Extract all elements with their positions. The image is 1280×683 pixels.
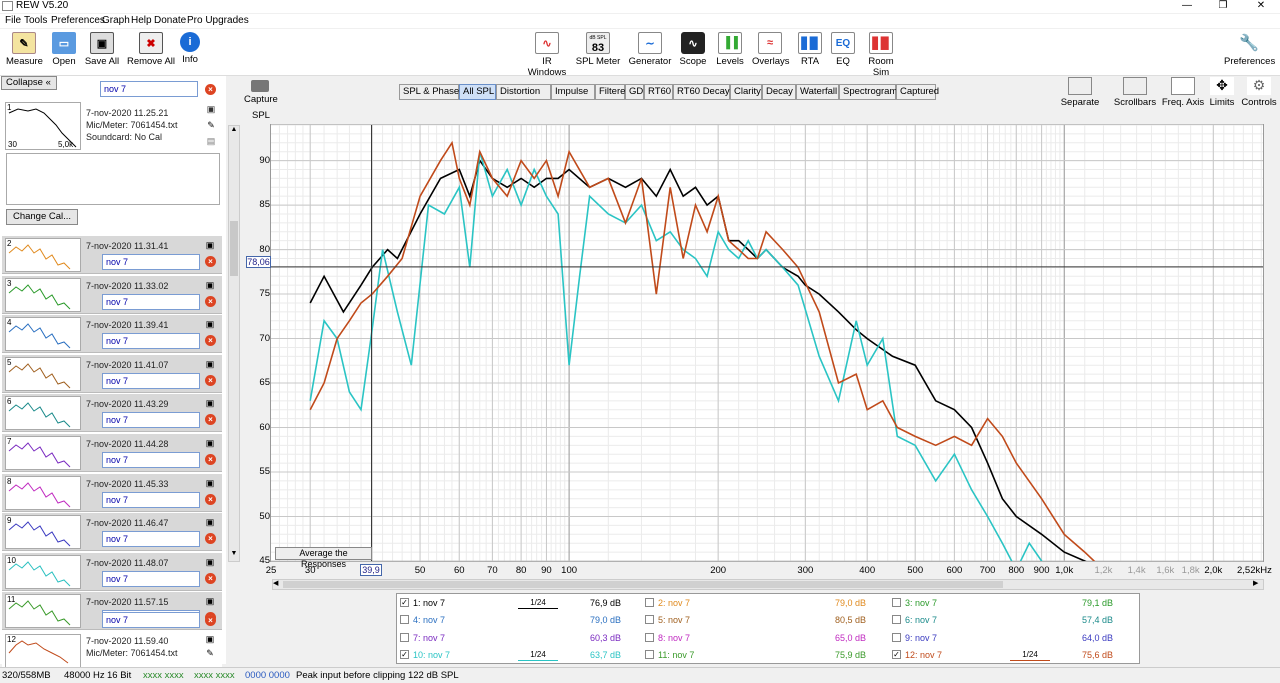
x-tick-label: 1,4k (1127, 565, 1146, 576)
trace-level: 75,6 dB (1082, 649, 1114, 660)
trace-level: 79,0 dB (590, 615, 622, 626)
x-tick-label: 500 (907, 565, 924, 576)
x-tick-label: 600 (946, 565, 963, 576)
y-tick-label: 55 (259, 466, 270, 478)
trace-label: 11: nov 7 (658, 649, 695, 660)
x-tick-label: 60 (453, 565, 465, 576)
trace-label: 9: nov 7 (905, 632, 938, 643)
average-responses-button[interactable]: Average the Responses (275, 547, 372, 569)
scroll-left-icon[interactable]: ◀ (273, 579, 282, 587)
bit-depth-status: 16 Bit (107, 670, 132, 681)
trace-label: 8: nov 7 (658, 632, 691, 643)
y-tick-label: 50 (259, 510, 270, 522)
trace-label: 7: nov 7 (413, 632, 446, 643)
scroll-right-icon[interactable]: ▶ (1253, 579, 1262, 587)
trace-label: 4: nov 7 (413, 615, 446, 626)
trace-level: 64,0 dB (1082, 632, 1114, 643)
trace-level: 76,9 dB (590, 598, 622, 608)
input-level-1: xxxx xxxx (143, 670, 184, 681)
x-tick-label: 1,2k (1094, 565, 1113, 576)
trace-level: 75,9 dB (835, 649, 867, 660)
status-message: Peak input before clipping 122 dB SPL (296, 670, 459, 681)
y-tick-label: 85 (259, 199, 270, 211)
trace-level: 63,7 dB (590, 649, 622, 660)
cursor-y-readout: 78,06 (246, 256, 271, 268)
trace-level: 65,0 dB (835, 632, 867, 643)
input-level-3: 0000 0000 (245, 670, 290, 681)
x-tick-label: 50 (414, 565, 426, 576)
y-tick-label: 70 (259, 332, 270, 344)
frequency-scroll-thumb[interactable] (283, 581, 1003, 588)
trace-checkbox[interactable]: ✓ (400, 649, 409, 659)
x-tick-label: 70 (487, 565, 498, 576)
trace-checkbox[interactable] (400, 615, 409, 625)
trace-level: 79,0 dB (835, 598, 867, 608)
trace-label: 2: nov 7 (658, 598, 691, 608)
x-tick-label: 300 (797, 565, 814, 576)
x-tick-label: 2,52kHz (1237, 565, 1272, 576)
frequency-scrollbar[interactable]: ◀ ▶ (272, 579, 1264, 590)
memory-status: 320/558MB (2, 670, 51, 681)
y-tick-label: 65 (259, 377, 270, 389)
trace-checkbox[interactable] (645, 615, 654, 625)
trace-level: 60,3 dB (590, 632, 622, 643)
trace-level: 80,5 dB (835, 615, 867, 626)
x-tick-label: 200 (710, 565, 727, 576)
trace-level: 57,4 dB (1082, 615, 1114, 626)
y-tick-label: 80 (259, 243, 270, 255)
x-tick-label: 400 (859, 565, 876, 576)
trace-checkbox[interactable] (892, 632, 901, 642)
status-bar: 320/558MB 48000 Hz 16 Bit xxxx xxxx xxxx… (0, 667, 1280, 683)
smoothing-indicator[interactable]: 1/24 (518, 597, 558, 609)
trace-checkbox[interactable]: ✓ (400, 598, 409, 607)
trace-label: 10: nov 7 (413, 649, 451, 660)
x-tick-label: 700 (979, 565, 996, 576)
x-tick-label: 100 (561, 565, 578, 576)
x-tick-label: 25 (265, 565, 277, 576)
trace-checkbox[interactable] (645, 632, 654, 642)
trace-label: 6: nov 7 (905, 615, 938, 626)
smoothing-indicator[interactable]: 1/24 (518, 649, 558, 661)
trace-label: 3: nov 7 (905, 598, 938, 608)
input-level-2: xxxx xxxx (194, 670, 235, 681)
y-tick-label: 75 (259, 288, 270, 300)
trace-checkbox[interactable] (892, 598, 901, 607)
trace-label: 12: nov 7 (905, 649, 943, 660)
trace-checkbox[interactable] (892, 615, 901, 625)
traces-legend: ✓ 1: nov 7 1/24 76,9 dB 2: nov 7 79,0 dB 3: no… (396, 593, 1140, 664)
y-tick-label: 90 (259, 154, 270, 166)
trace-checkbox[interactable]: ✓ (892, 649, 901, 659)
x-tick-label: 2,0k (1204, 565, 1223, 576)
trace-checkbox[interactable] (400, 632, 409, 642)
trace-checkbox[interactable] (645, 598, 654, 607)
y-tick-label: 60 (259, 421, 270, 433)
x-tick-label: 1,0k (1055, 565, 1074, 576)
trace-label: 5: nov 7 (658, 615, 691, 626)
cursor-x-readout: 39,9 (360, 564, 382, 576)
trace-checkbox[interactable] (645, 649, 654, 659)
trace-level: 79,1 dB (1082, 598, 1114, 608)
smoothing-indicator[interactable]: 1/24 (1010, 649, 1050, 661)
sample-rate-status: 48000 Hz (64, 670, 105, 681)
trace-label: 1: nov 7 (413, 598, 446, 608)
